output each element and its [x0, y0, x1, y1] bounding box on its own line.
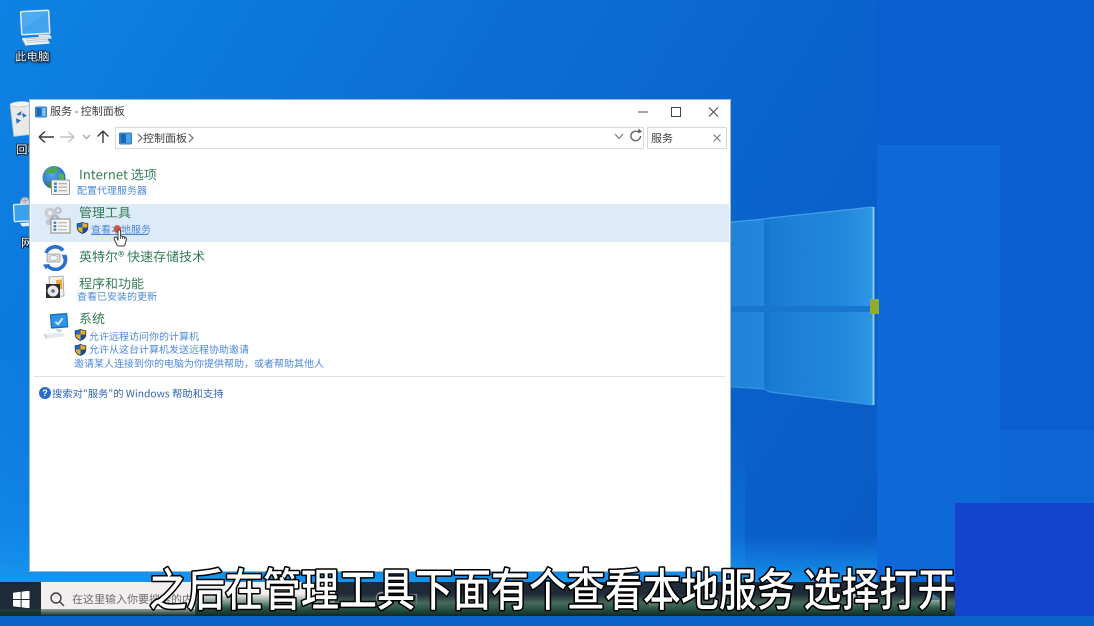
svg-text:?: ? [42, 388, 48, 398]
